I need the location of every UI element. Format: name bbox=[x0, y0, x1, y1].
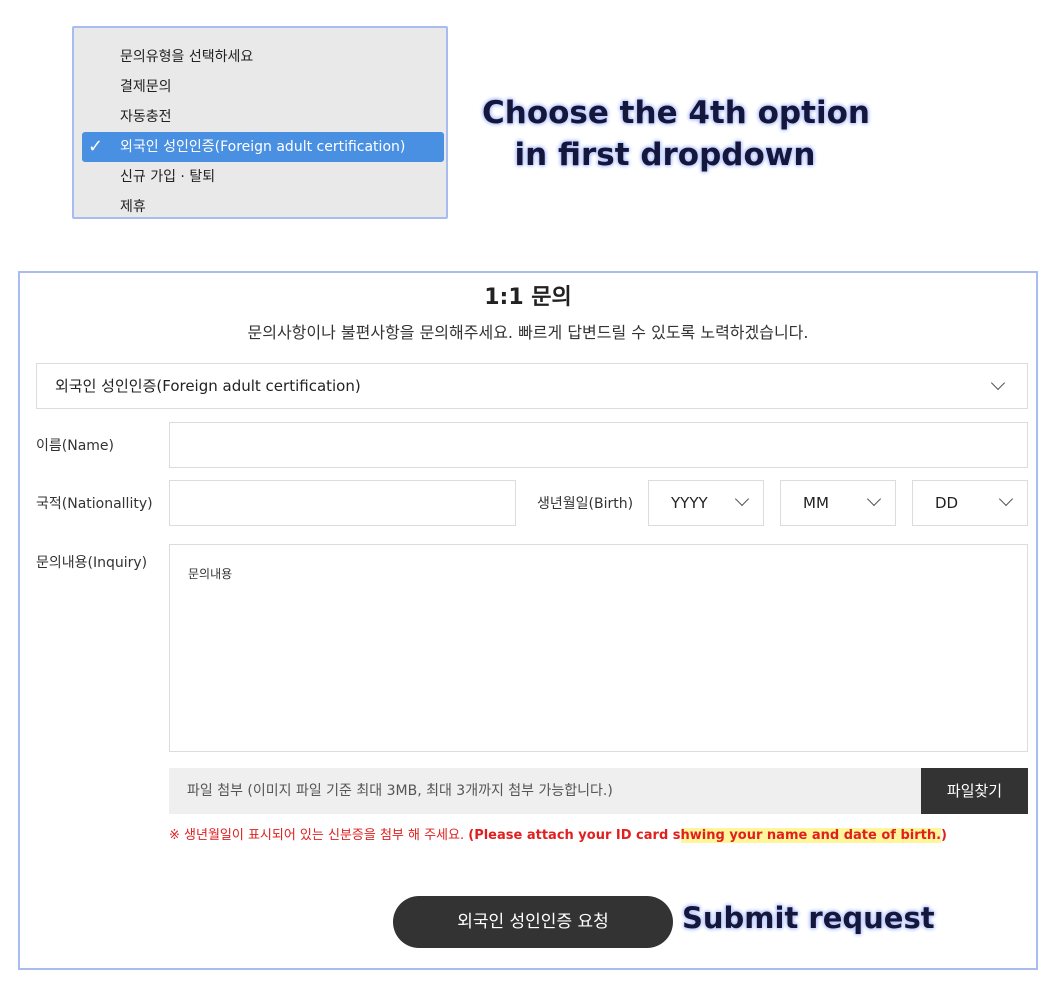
nationality-label: 국적(Nationallity) bbox=[36, 496, 153, 512]
dropdown-option-signup-withdraw[interactable]: 신규 가입 · 탈퇴 bbox=[82, 162, 444, 192]
birth-day-select[interactable]: DD bbox=[912, 480, 1028, 526]
dropdown-option-partnership[interactable]: 제휴 bbox=[82, 192, 444, 222]
option-label: 문의유형을 선택하세요 bbox=[120, 49, 254, 65]
birth-year-select[interactable]: YYYY bbox=[648, 480, 764, 526]
inquiry-type-select[interactable]: 외국인 성인인증(Foreign adult certification) bbox=[36, 363, 1028, 409]
notice-english: (Please attach your ID card s bbox=[468, 828, 681, 843]
name-input[interactable] bbox=[169, 422, 1028, 468]
birth-month-value: MM bbox=[803, 494, 829, 512]
annotation-line: in first dropdown bbox=[514, 137, 816, 173]
inquiry-type-dropdown-popup: 문의유형을 선택하세요 결제문의 자동충전 ✓ 외국인 성인인증(Foreign… bbox=[72, 26, 448, 219]
page-title: 1:1 문의 bbox=[484, 285, 572, 310]
notice-highlight: hwing your name and date of birth. bbox=[680, 828, 942, 843]
option-label: 외국인 성인인증(Foreign adult certification) bbox=[120, 139, 406, 155]
annotation-submit-request: Submit request bbox=[682, 901, 935, 935]
annotation-choose-option: Choose the 4th option in first dropdown bbox=[482, 92, 870, 176]
id-card-notice: ※ 생년월일이 표시되어 있는 신분증을 첨부 해 주세요. (Please a… bbox=[169, 824, 947, 843]
option-label: 신규 가입 · 탈퇴 bbox=[120, 169, 216, 185]
file-attach-row: 파일 첨부 (이미지 파일 기준 최대 3MB, 최대 3개까지 첨부 가능합니… bbox=[169, 768, 1028, 814]
birth-day-value: DD bbox=[935, 494, 959, 512]
inquiry-textarea[interactable]: 문의내용 bbox=[169, 544, 1028, 752]
birth-label: 생년월일(Birth) bbox=[537, 496, 634, 512]
checkmark-icon: ✓ bbox=[88, 136, 104, 157]
nationality-input[interactable] bbox=[169, 480, 516, 526]
chevron-down-icon bbox=[866, 491, 882, 507]
option-label: 자동충전 bbox=[120, 109, 172, 125]
chevron-down-icon bbox=[990, 375, 1006, 391]
page-subtitle: 문의사항이나 불편사항을 문의해주세요. 빠르게 답변드릴 수 있도록 노력하겠… bbox=[247, 323, 809, 342]
inquiry-placeholder: 문의내용 bbox=[188, 567, 233, 581]
inquiry-type-value: 외국인 성인인증(Foreign adult certification) bbox=[55, 377, 361, 395]
dropdown-option-auto-charge[interactable]: 자동충전 bbox=[82, 102, 444, 132]
notice-close: ) bbox=[941, 828, 947, 843]
inquiry-label: 문의내용(Inquiry) bbox=[36, 555, 148, 571]
option-label: 제휴 bbox=[120, 199, 146, 215]
chevron-down-icon bbox=[734, 491, 750, 507]
option-label: 결제문의 bbox=[120, 79, 172, 95]
annotation-line: Choose the 4th option bbox=[482, 95, 870, 131]
find-file-button[interactable]: 파일찾기 bbox=[921, 768, 1028, 814]
chevron-down-icon bbox=[998, 491, 1014, 507]
name-label: 이름(Name) bbox=[36, 438, 114, 454]
dropdown-option-foreign-adult-cert[interactable]: ✓ 외국인 성인인증(Foreign adult certification) bbox=[82, 132, 444, 162]
birth-month-select[interactable]: MM bbox=[780, 480, 896, 526]
birth-year-value: YYYY bbox=[671, 494, 708, 512]
file-attach-field[interactable]: 파일 첨부 (이미지 파일 기준 최대 3MB, 최대 3개까지 첨부 가능합니… bbox=[169, 768, 921, 814]
submit-button[interactable]: 외국인 성인인증 요청 bbox=[393, 896, 673, 948]
inquiry-form-panel: 1:1 문의 문의사항이나 불편사항을 문의해주세요. 빠르게 답변드릴 수 있… bbox=[18, 271, 1038, 970]
notice-korean: ※ 생년월일이 표시되어 있는 신분증을 첨부 해 주세요. bbox=[169, 828, 469, 843]
dropdown-option-payment[interactable]: 결제문의 bbox=[82, 72, 444, 102]
dropdown-option-select-type[interactable]: 문의유형을 선택하세요 bbox=[82, 42, 444, 72]
